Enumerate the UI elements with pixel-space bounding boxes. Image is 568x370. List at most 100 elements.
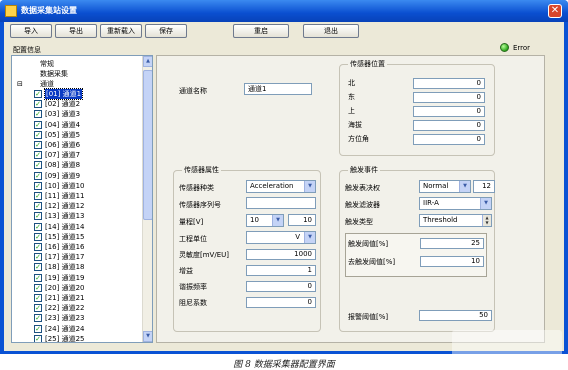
tree-item-channels[interactable]: 通道 (40, 79, 54, 89)
trigger-type-label: 触发类型 (345, 218, 373, 226)
north-label: 北 (348, 79, 355, 87)
export-button[interactable]: 导出 (55, 24, 97, 38)
checkbox-checked-icon[interactable]: ✓ (34, 110, 42, 119)
trigger-filter-select[interactable]: IIR-A ▼ (419, 197, 492, 210)
sensor-properties-title: 传感器属性 (182, 166, 221, 175)
north-field[interactable]: 0 (413, 78, 485, 89)
unit-select[interactable]: V ▼ (246, 231, 316, 244)
checkbox-checked-icon[interactable]: ✓ (34, 90, 42, 98)
chevron-down-icon[interactable]: ▼ (304, 232, 315, 243)
chevron-down-icon[interactable]: ▼ (459, 181, 470, 192)
checkbox-checked-icon[interactable]: ✓ (34, 202, 42, 211)
checkbox-checked-icon[interactable]: ✓ (34, 324, 42, 333)
app-icon (5, 5, 17, 17)
up-field[interactable]: 0 (413, 106, 485, 117)
range-select[interactable]: 10 ▼ (246, 214, 284, 227)
checkbox-checked-icon[interactable]: ✓ (34, 171, 42, 180)
checkbox-checked-icon[interactable]: ✓ (34, 283, 42, 292)
exit-button[interactable]: 退出 (303, 24, 359, 38)
checkbox-checked-icon[interactable]: ✓ (34, 212, 42, 221)
checkbox-checked-icon[interactable]: ✓ (34, 181, 42, 190)
sensor-type-value: Acceleration (250, 182, 294, 190)
tree-expander-icon[interactable]: ⊟ (17, 79, 23, 89)
resonance-field[interactable]: 0 (246, 281, 316, 292)
checkbox-checked-icon[interactable]: ✓ (34, 253, 42, 262)
channel-label: [13] 通道13 (45, 212, 85, 221)
config-tree[interactable]: 常规 数据采集 ⊟ 通道 ✓ [01] 通道1 ✓ [02] 通道2 ✓ [03] 通道3… (11, 55, 153, 343)
detrigger-field[interactable]: 10 (420, 256, 484, 267)
channel-label: [04] 通道4 (45, 120, 81, 129)
status-led-icon (500, 43, 509, 52)
channel-label: [19] 通道19 (45, 273, 85, 282)
config-info-label: 配置信息 (13, 46, 41, 54)
reload-button[interactable]: 重新载入 (100, 24, 142, 38)
checkbox-checked-icon[interactable]: ✓ (34, 192, 42, 200)
checkbox-checked-icon[interactable]: ✓ (34, 314, 42, 323)
trigger-vote-field[interactable]: 12 (473, 180, 495, 193)
threshold-label: 触发阈值[%] (348, 240, 389, 248)
detrigger-label: 去触发阈值[%] (348, 258, 396, 266)
tree-item-acquisition[interactable]: 数据采集 (40, 69, 68, 79)
channel-label: [01] 通道1 (43, 88, 84, 100)
channel-label: [10] 通道10 (45, 181, 85, 190)
checkbox-checked-icon[interactable]: ✓ (34, 120, 42, 129)
trigger-vote-mode: Normal (423, 182, 449, 190)
range-value: 10 (250, 216, 259, 224)
altitude-field[interactable]: 0 (413, 120, 485, 131)
gain-field[interactable]: 1 (246, 265, 316, 276)
unit-label: 工程单位 (179, 235, 207, 243)
chevron-down-icon[interactable]: ▼ (272, 215, 283, 226)
azimuth-field[interactable]: 0 (413, 134, 485, 145)
sensor-properties-group: 传感器属性 传感器种类 Acceleration ▼ 传感器序列号 量程[V] … (173, 166, 321, 332)
checkbox-checked-icon[interactable]: ✓ (34, 222, 42, 231)
east-field[interactable]: 0 (413, 92, 485, 103)
trigger-type-select[interactable]: Threshold ▲ ▼ (419, 214, 492, 227)
checkbox-checked-icon[interactable]: ✓ (34, 294, 42, 302)
scroll-up-icon[interactable]: ▲ (143, 56, 152, 67)
sensor-type-label: 传感器种类 (179, 184, 214, 192)
sensor-serial-field[interactable] (246, 197, 316, 209)
checkbox-checked-icon[interactable]: ✓ (34, 141, 42, 149)
spinner-icon[interactable]: ▲ ▼ (482, 215, 491, 226)
threshold-field[interactable]: 25 (420, 238, 484, 249)
checkbox-checked-icon[interactable]: ✓ (34, 243, 42, 251)
title-bar[interactable]: 数据采集站设置 ✕ (0, 0, 568, 22)
trigger-filter-value: IIR-A (423, 199, 439, 207)
checkbox-checked-icon[interactable]: ✓ (34, 151, 42, 160)
chevron-down-icon[interactable]: ▼ (480, 198, 491, 209)
chevron-down-icon[interactable]: ▼ (304, 181, 315, 192)
client-area: 导入 导出 重新载入 保存 重启 退出 配置信息 Error 常规 数据采集 ⊟… (4, 22, 564, 362)
channel-label: [24] 通道24 (45, 324, 85, 333)
checkbox-checked-icon[interactable]: ✓ (34, 130, 42, 139)
channel-label: [22] 通道22 (45, 304, 85, 313)
alarm-threshold-label: 报警阈值[%] (348, 313, 389, 321)
restart-button[interactable]: 重启 (233, 24, 289, 38)
checkbox-checked-icon[interactable]: ✓ (34, 161, 42, 170)
scroll-thumb[interactable] (143, 70, 152, 220)
channel-label: [17] 通道17 (45, 253, 85, 262)
azimuth-label: 方位角 (348, 135, 369, 143)
channel-label: [12] 通道12 (45, 202, 85, 211)
tree-item-general[interactable]: 常规 (40, 59, 54, 69)
range-field[interactable]: 10 (288, 214, 316, 226)
trigger-vote-select[interactable]: Normal ▼ (419, 180, 471, 193)
sensitivity-field[interactable]: 1000 (246, 249, 316, 260)
checkbox-checked-icon[interactable]: ✓ (34, 232, 42, 241)
checkbox-checked-icon[interactable]: ✓ (34, 304, 42, 313)
import-button[interactable]: 导入 (10, 24, 52, 38)
close-button[interactable]: ✕ (548, 4, 562, 18)
scroll-down-icon[interactable]: ▼ (143, 331, 152, 342)
checkbox-checked-icon[interactable]: ✓ (34, 273, 42, 282)
channel-label: [11] 通道11 (45, 192, 85, 200)
sensor-position-group: 传感器位置 北 0 东 0 上 0 海拔 0 方位角 0 (339, 60, 495, 156)
tree-scrollbar[interactable]: ▲ ▼ (142, 56, 152, 342)
save-button[interactable]: 保存 (145, 24, 187, 38)
checkbox-checked-icon[interactable]: ✓ (34, 263, 42, 272)
checkbox-checked-icon[interactable]: ✓ (34, 100, 42, 109)
checkbox-checked-icon[interactable]: ✓ (34, 334, 42, 342)
alarm-threshold-field[interactable]: 50 (419, 310, 492, 321)
channel-name-field[interactable]: 通道1 (244, 83, 312, 95)
damping-field[interactable]: 0 (246, 297, 316, 308)
threshold-subpanel: 触发阈值[%] 25 去触发阈值[%] 10 (345, 233, 487, 277)
sensor-type-select[interactable]: Acceleration ▼ (246, 180, 316, 193)
